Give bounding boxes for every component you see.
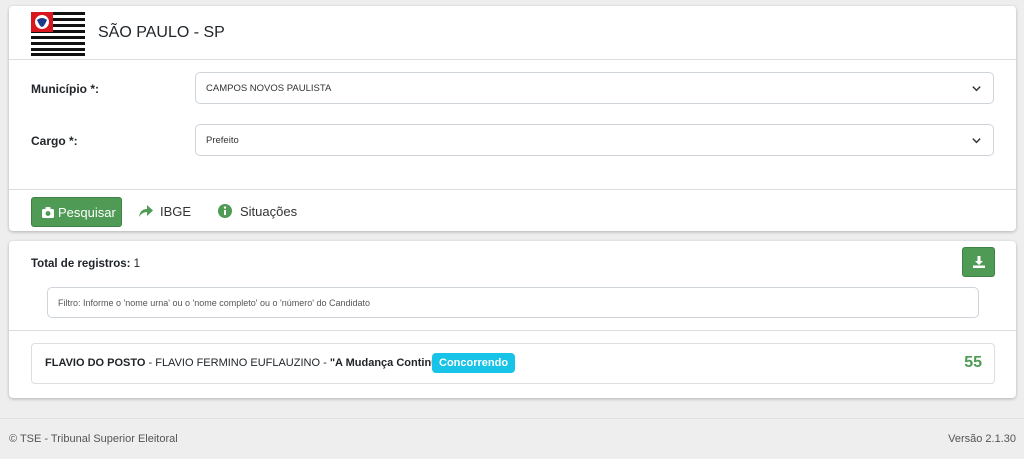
search-card: SÃO PAULO - SP Município *: CAMPOS NOVOS…	[9, 6, 1016, 231]
separator: -	[145, 357, 156, 369]
ibge-link-label: IBGE	[160, 204, 192, 219]
download-icon	[973, 256, 985, 268]
municipio-select[interactable]: CAMPOS NOVOS PAULISTA	[195, 72, 994, 104]
info-icon	[218, 204, 232, 218]
municipio-row: Município *: CAMPOS NOVOS PAULISTA	[9, 72, 1016, 104]
camera-icon	[42, 207, 54, 218]
candidate-filter-input[interactable]	[48, 288, 978, 317]
cargo-row: Cargo *: Prefeito	[9, 124, 1016, 156]
results-card: Total de registros: 1 FLAVIO DO POSTO - …	[9, 241, 1016, 398]
status-badge: Concorrendo	[432, 353, 516, 373]
situacoes-link-label: Situações	[240, 204, 298, 219]
candidate-number: 55	[964, 354, 982, 371]
search-button-label: Pesquisar	[58, 205, 116, 220]
ibge-link[interactable]: IBGE	[138, 204, 191, 219]
footer: © TSE - Tribunal Superior Eleitoral Vers…	[0, 418, 1024, 459]
municipio-select-value: CAMPOS NOVOS PAULISTA	[206, 83, 332, 94]
cargo-select[interactable]: Prefeito	[195, 124, 994, 156]
candidate-filter	[47, 287, 979, 318]
situacoes-link[interactable]: Situações	[218, 204, 297, 219]
chevron-down-icon	[972, 138, 981, 144]
candidate-list-item[interactable]: FLAVIO DO POSTO - FLAVIO FERMINO EUFLAUZ…	[31, 343, 995, 384]
cargo-label: Cargo *:	[31, 134, 78, 148]
candidate-full-name: FLAVIO FERMINO EUFLAUZINO	[155, 357, 321, 369]
candidate-info: FLAVIO DO POSTO - FLAVIO FERMINO EUFLAUZ…	[45, 357, 451, 369]
download-button[interactable]	[962, 247, 995, 277]
share-arrow-icon	[139, 205, 153, 217]
municipio-label: Município *:	[31, 82, 99, 96]
state-title: SÃO PAULO - SP	[98, 24, 225, 41]
search-button[interactable]: Pesquisar	[31, 197, 122, 227]
total-records-value: 1	[133, 258, 141, 270]
page-header: SÃO PAULO - SP	[9, 6, 1016, 60]
sao-paulo-flag-icon	[31, 12, 85, 56]
cargo-select-value: Prefeito	[206, 135, 239, 146]
divider	[9, 330, 1016, 331]
separator: -	[320, 357, 330, 369]
action-bar: Pesquisar IBGE Situações	[9, 189, 1016, 231]
footer-copyright: © TSE - Tribunal Superior Eleitoral	[9, 433, 178, 445]
total-records: Total de registros: 1	[31, 258, 140, 270]
candidate-ballot-name: FLAVIO DO POSTO	[45, 357, 146, 369]
total-records-label: Total de registros:	[31, 258, 131, 270]
chevron-down-icon	[972, 86, 981, 92]
footer-version: Versão 2.1.30	[948, 433, 1016, 445]
